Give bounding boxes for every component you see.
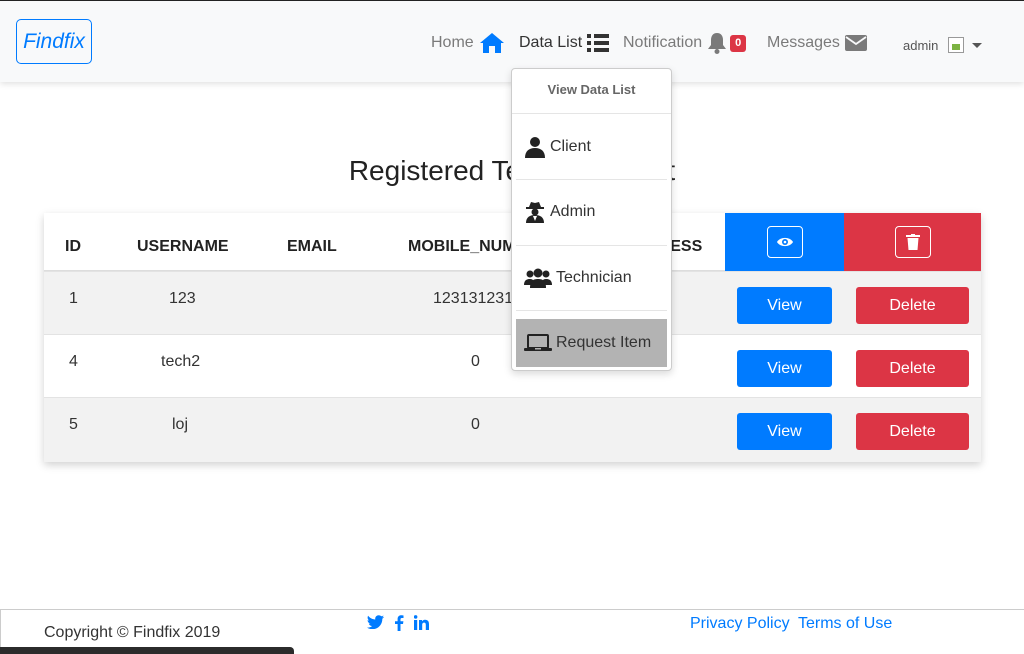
laptop-icon <box>524 334 552 351</box>
dropdown-item-technician[interactable]: Technician <box>516 254 667 302</box>
nav-messages-label: Messages <box>767 34 840 51</box>
user-name: admin <box>903 37 939 53</box>
trash-icon <box>905 234 920 250</box>
user-menu[interactable]: admin <box>903 33 983 57</box>
cell-username: tech2 <box>161 353 201 370</box>
nav-messages[interactable]: Messages <box>767 31 867 55</box>
dropdown-item-label: Technician <box>556 269 632 286</box>
view-button[interactable]: View <box>737 287 832 324</box>
user-secret-icon <box>526 202 544 223</box>
bell-icon <box>708 33 727 54</box>
dropdown-item-label: Client <box>550 138 591 155</box>
cell-id: 4 <box>69 353 78 370</box>
col-id: ID <box>65 238 81 255</box>
view-button[interactable]: View <box>737 413 832 450</box>
cell-id: 1 <box>69 290 78 307</box>
nav-data-list[interactable]: Data List <box>519 31 610 55</box>
view-button[interactable]: View <box>737 350 832 387</box>
delete-button[interactable]: Delete <box>856 413 969 450</box>
facebook-icon[interactable] <box>394 615 404 631</box>
cell-mobile: 0 <box>471 353 480 370</box>
nav-home-label: Home <box>431 34 474 51</box>
cell-mobile: 0 <box>471 416 480 433</box>
list-icon <box>587 34 610 52</box>
social-links <box>367 615 429 631</box>
col-email: EMAIL <box>287 238 337 255</box>
header-delete-cell <box>844 213 981 271</box>
delete-button[interactable]: Delete <box>856 350 969 387</box>
notification-badge: 0 <box>730 34 747 52</box>
user-icon <box>525 137 545 158</box>
caret-down-icon <box>972 42 983 48</box>
dropdown-divider <box>516 179 667 180</box>
nav-data-list-label: Data List <box>519 34 583 51</box>
delete-button[interactable]: Delete <box>856 287 969 324</box>
cell-username: loj <box>172 416 189 433</box>
nav-notification[interactable]: Notification 0 <box>623 31 747 55</box>
envelope-icon <box>844 35 867 51</box>
dropdown-divider <box>516 310 667 311</box>
cell-mobile: 123131231 <box>433 290 514 307</box>
data-list-dropdown: View Data List Client Admin Technician R… <box>511 68 672 371</box>
col-username: USERNAME <box>137 238 229 255</box>
linkedin-icon[interactable] <box>414 615 429 630</box>
header-view-button[interactable] <box>766 226 803 258</box>
copyright-text: Copyright © Findfix 2019 <box>44 624 221 641</box>
avatar <box>948 37 965 53</box>
dropdown-item-label: Admin <box>550 203 596 220</box>
cell-username: 123 <box>169 290 196 307</box>
dropdown-item-admin[interactable]: Admin <box>516 188 667 236</box>
terms-of-use-link[interactable]: Terms of Use <box>798 615 892 633</box>
dropdown-item-label: Request Item <box>556 334 652 351</box>
nav-notification-label: Notification <box>623 34 703 51</box>
header-delete-button[interactable] <box>894 226 931 258</box>
cell-id: 5 <box>69 416 78 433</box>
privacy-policy-link[interactable]: Privacy Policy <box>690 615 790 633</box>
twitter-icon[interactable] <box>367 615 384 629</box>
nav-home[interactable]: Home <box>431 31 505 55</box>
dropdown-divider <box>516 245 667 246</box>
eye-icon <box>776 237 793 247</box>
home-icon <box>479 33 504 53</box>
dropdown-item-client[interactable]: Client <box>516 123 667 171</box>
dropdown-item-request-item[interactable]: Request Item <box>516 319 667 367</box>
dropdown-header: View Data List <box>512 69 671 114</box>
users-icon <box>524 268 552 288</box>
browser-status-bar <box>0 647 294 654</box>
table-row: 5 loj 0 View Delete <box>44 397 981 462</box>
brand-logo[interactable]: Findfix <box>16 19 92 64</box>
header-view-cell <box>725 213 844 271</box>
